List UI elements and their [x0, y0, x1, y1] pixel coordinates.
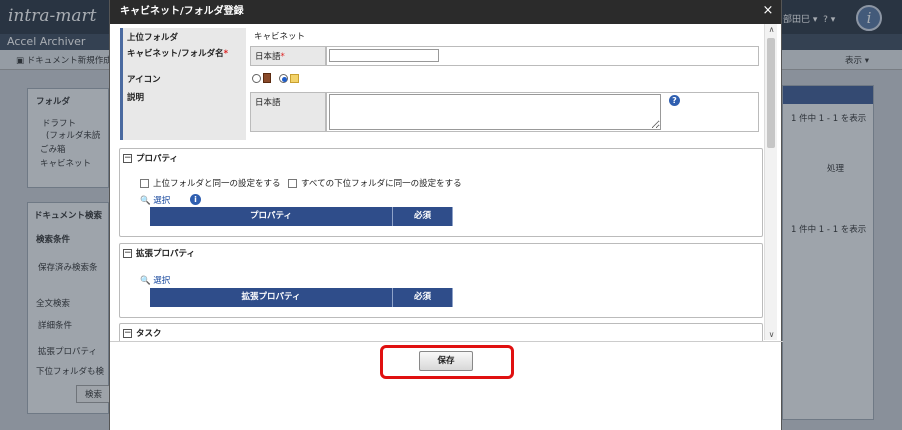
task-section-title[interactable]: タスク — [120, 324, 762, 342]
ext-property-section-title[interactable]: 拡張プロパティ — [120, 244, 762, 264]
task-section: − タスク — [119, 323, 763, 342]
property-grid-header: プロパティ 必須 — [150, 207, 453, 226]
same-as-parent-checkbox[interactable]: 上位フォルダと同一の設定をする — [140, 177, 281, 189]
parent-folder-value: キャビネット — [254, 32, 306, 42]
description-lang-label: 日本語 — [250, 92, 326, 132]
close-icon[interactable]: × — [761, 4, 775, 18]
checkbox-icon[interactable] — [288, 179, 297, 188]
parent-folder-label: 上位フォルダ — [120, 28, 246, 44]
property-select-link[interactable]: 🔍 選択 — [140, 194, 170, 206]
name-lang-label: 日本語* — [250, 46, 326, 66]
ext-required-column: 必須 — [393, 288, 453, 307]
help-icon[interactable]: ? — [669, 95, 680, 106]
scroll-up-icon[interactable]: ∧ — [766, 25, 777, 34]
dialog-scrollbar[interactable]: ∧ ∨ — [764, 24, 777, 340]
ext-property-grid-header: 拡張プロパティ 必須 — [150, 288, 453, 307]
property-column: プロパティ — [150, 207, 393, 226]
cabinet-icon — [263, 73, 271, 83]
property-section-title[interactable]: プロパティ — [120, 149, 762, 169]
scroll-down-icon[interactable]: ∨ — [766, 330, 777, 339]
dialog-body: 上位フォルダ キャビネット キャビネット/フォルダ名* 日本語* アイコン 説明… — [110, 24, 783, 342]
search-icon: 🔍 — [140, 196, 151, 206]
dialog-title: キャビネット/フォルダ登録 — [110, 0, 781, 24]
name-label: キャビネット/フォルダ名* — [120, 44, 246, 70]
required-column: 必須 — [393, 207, 453, 226]
same-for-children-checkbox[interactable]: すべての下位フォルダに同一の設定をする — [288, 177, 462, 189]
ext-property-select-link[interactable]: 🔍 選択 — [140, 274, 170, 286]
icon-radio-cabinet[interactable] — [252, 73, 261, 83]
footer-divider — [110, 341, 783, 342]
icon-radio-folder[interactable] — [279, 73, 289, 83]
ext-property-section: − 拡張プロパティ 🔍 選択 拡張プロパティ 必須 — [119, 243, 763, 318]
description-label: 説明 — [120, 88, 246, 140]
checkbox-icon[interactable] — [140, 179, 149, 188]
save-button[interactable]: 保存 — [419, 351, 473, 371]
icon-label: アイコン — [120, 70, 246, 88]
scroll-thumb[interactable] — [767, 38, 775, 148]
ext-property-column: 拡張プロパティ — [150, 288, 393, 307]
search-icon: 🔍 — [140, 276, 151, 286]
property-section: − プロパティ 上位フォルダと同一の設定をする すべての下位フォルダに同一の設定… — [119, 148, 763, 237]
info-icon[interactable]: i — [190, 194, 201, 205]
description-textarea[interactable] — [329, 94, 661, 130]
folder-icon — [290, 73, 300, 83]
name-input[interactable] — [329, 49, 439, 62]
icon-radio-group — [252, 73, 300, 84]
